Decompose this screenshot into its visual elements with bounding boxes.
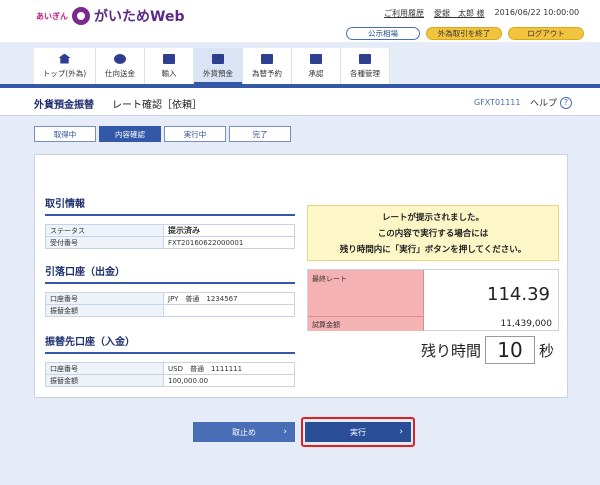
row-label: 口座番号 — [45, 292, 164, 305]
debit-account-table: 口座番号 JPY 普通 1234567 振替金額 — [45, 292, 295, 317]
nav-label: 仕向送金 — [105, 68, 135, 78]
row-label: 受付番号 — [45, 236, 164, 249]
deposit-icon — [212, 53, 224, 64]
home-icon — [58, 53, 71, 64]
row-value: 提示済み — [163, 224, 295, 237]
nav-item-deposit[interactable]: 外貨預金 — [194, 48, 243, 84]
table-row: ステータス 提示済み — [45, 224, 295, 237]
help-link[interactable]: ヘルプ ? — [530, 96, 573, 109]
table-row: 口座番号 USD 普通 1111111 — [45, 362, 295, 375]
row-label: 口座番号 — [45, 362, 164, 375]
step-3: 実行中 — [164, 126, 226, 142]
help-label: ヘルプ — [530, 99, 558, 109]
header-buttons: 公示相場 外為取引を終了 ログアウト — [346, 27, 584, 40]
management-icon — [359, 53, 371, 64]
nav-label: トップ(外為) — [42, 68, 87, 78]
debit-account-section: 引落口座（出金） 口座番号 JPY 普通 1234567 振替金額 — [45, 263, 295, 317]
nav-item-management[interactable]: 各種管理 — [341, 48, 390, 84]
execute-button[interactable]: 実行 › — [305, 422, 411, 442]
row-label: 振替金額 — [45, 304, 164, 317]
remaining-time-label: 残り時間 — [421, 341, 482, 360]
notice-line: レートが提示されました。 — [381, 213, 484, 223]
chevron-right-icon: › — [283, 427, 287, 437]
help-icon: ? — [560, 96, 573, 109]
logo-prefix: あいぎん — [36, 11, 68, 21]
credit-account-section: 振替先口座（入金） 口座番号 USD 普通 1111111 振替金額 100,0… — [45, 333, 295, 387]
usage-history-link[interactable]: ご利用履歴 — [384, 8, 424, 19]
logout-button[interactable]: ログアウト — [508, 27, 584, 40]
logo: あいぎん がいためWeb — [36, 6, 184, 26]
section-title: 取引情報 — [45, 195, 295, 216]
cancel-button-label: 取止め — [232, 427, 256, 437]
nav-item-forward[interactable]: 為替予約 — [243, 48, 292, 84]
datetime: 2016/06/22 10:00:00 — [494, 8, 580, 17]
row-value — [163, 304, 295, 317]
row-value: FXT20160622000001 — [163, 236, 295, 249]
step-1: 取得中 — [34, 126, 96, 142]
nav-item-import[interactable]: 輸入 — [145, 48, 194, 84]
nav-label: 為替予約 — [252, 68, 282, 78]
table-row: 受付番号 FXT20160622000001 — [45, 236, 295, 249]
section-title: 振替先口座（入金） — [45, 333, 295, 354]
notice-line: 残り時間内に「実行」ボタンを押してください。 — [339, 245, 527, 255]
remaining-time-unit: 秒 — [539, 341, 555, 360]
logo-name: がいためWeb — [94, 9, 185, 25]
progress-steps: 取得中 内容確認 実行中 完了 — [34, 126, 294, 142]
remittance-icon — [114, 53, 126, 64]
execute-button-label: 実行 — [350, 427, 366, 437]
row-label: 振替金額 — [45, 374, 164, 387]
amount-value: 11,439,000 — [500, 319, 552, 329]
import-icon — [163, 53, 175, 64]
notice-line: この内容で実行する場合には — [377, 229, 489, 239]
forward-contract-icon — [261, 53, 273, 64]
trade-info-section: 取引情報 ステータス 提示済み 受付番号 FXT20160622000001 — [45, 195, 295, 249]
nav-label: 各種管理 — [350, 68, 380, 78]
table-row: 振替金額 100,000.00 — [45, 374, 295, 387]
screen-id: GFXT01111 — [474, 98, 521, 107]
row-value: JPY 普通 1234567 — [163, 292, 295, 305]
row-value: 100,000.00 — [163, 374, 295, 387]
section-title: 引落口座（出金） — [45, 263, 295, 284]
nav-item-top[interactable]: トップ(外為) — [34, 48, 96, 84]
nav-label: 承認 — [308, 68, 324, 78]
nav-item-remittance[interactable]: 仕向送金 — [96, 48, 145, 84]
top-info: ご利用履歴 愛銀 太郎 様 2016/06/22 10:00:00 — [384, 8, 579, 19]
row-value: USD 普通 1111111 — [163, 362, 295, 375]
rate-label: 最終レート — [308, 270, 424, 316]
table-row: 口座番号 JPY 普通 1234567 — [45, 292, 295, 305]
content-panel: 取引情報 ステータス 提示済み 受付番号 FXT20160622000001 引… — [34, 154, 568, 398]
nav-label: 外貨預金 — [203, 68, 233, 78]
nav-item-approval[interactable]: 承認 — [292, 48, 341, 84]
rate-value: 114.39 — [487, 284, 550, 305]
end-fx-button[interactable]: 外為取引を終了 — [426, 27, 502, 40]
global-nav: トップ(外為) 仕向送金 輸入 外貨預金 為替予約 承認 各種管理 — [34, 48, 390, 84]
approval-icon — [310, 53, 322, 64]
trade-info-table: ステータス 提示済み 受付番号 FXT20160622000001 — [45, 224, 295, 249]
title-bar: 外貨預金振替 レート確認［依頼］ GFXT01111 ヘルプ ? — [0, 88, 600, 116]
amount-label: 試算金額 — [308, 316, 424, 331]
nav-label: 輸入 — [161, 68, 177, 78]
rate-notice: レートが提示されました。 この内容で実行する場合には 残り時間内に「実行」ボタン… — [307, 205, 559, 261]
remaining-time-value: 10 — [485, 336, 536, 364]
user-name-link[interactable]: 愛銀 太郎 様 — [434, 8, 485, 19]
credit-account-table: 口座番号 USD 普通 1111111 振替金額 100,000.00 — [45, 362, 295, 387]
market-rate-button[interactable]: 公示相場 — [346, 27, 420, 40]
table-row: 振替金額 — [45, 304, 295, 317]
step-2: 内容確認 — [99, 126, 161, 142]
cancel-button[interactable]: 取止め › — [193, 422, 295, 442]
header: あいぎん がいためWeb ご利用履歴 愛銀 太郎 様 2016/06/22 10… — [0, 0, 600, 42]
logo-mark-icon — [72, 7, 90, 25]
chevron-right-icon: › — [399, 427, 403, 437]
rate-box: 最終レート 114.39 試算金額 11,439,000 — [307, 269, 559, 331]
page-title: 外貨預金振替 — [34, 100, 94, 111]
page-subtitle: レート確認［依頼］ — [112, 100, 202, 111]
remaining-time: 残り時間 10 秒 — [421, 336, 554, 364]
step-4: 完了 — [229, 126, 291, 142]
row-label: ステータス — [45, 224, 164, 237]
